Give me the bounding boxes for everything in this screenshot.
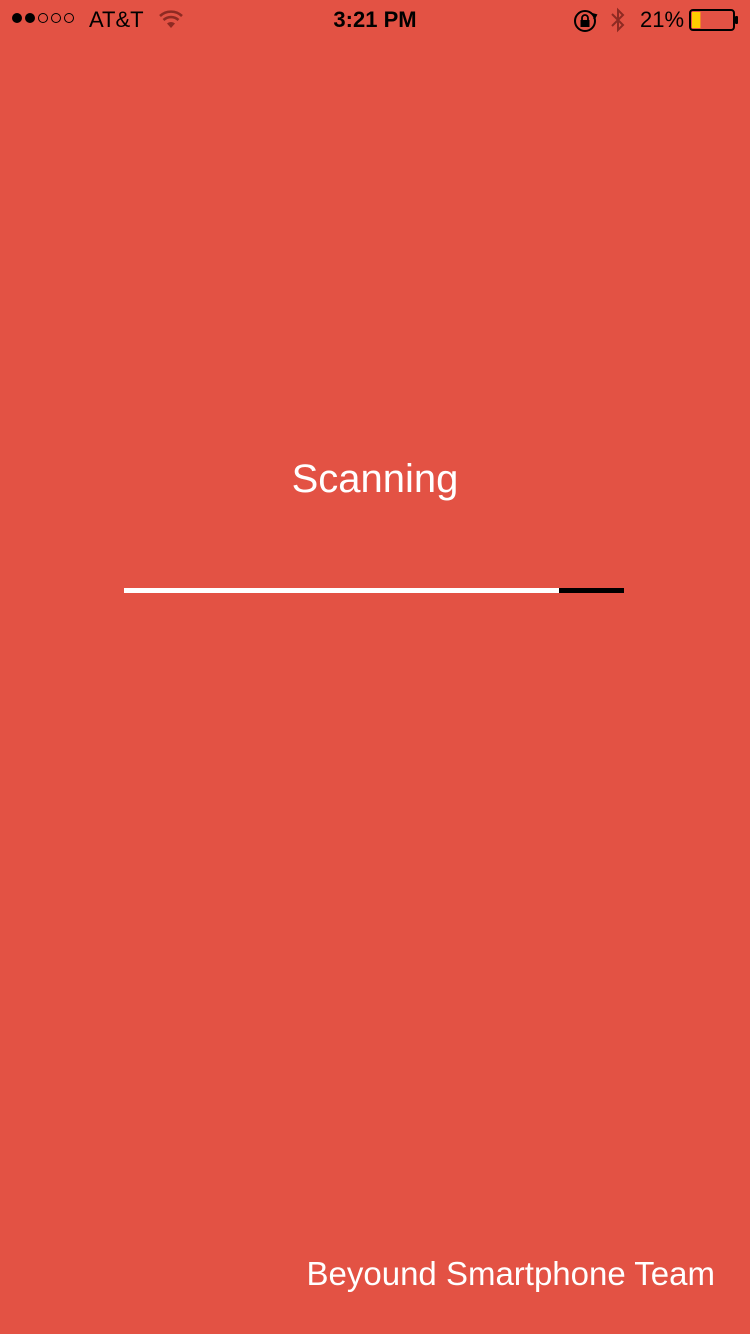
bluetooth-icon: [611, 7, 625, 33]
status-time: 3:21 PM: [333, 7, 417, 32]
battery-icon: [689, 9, 738, 31]
footer-credit: Beyound Smartphone Team: [306, 1255, 716, 1292]
battery-percent: 21%: [640, 7, 685, 32]
scan-progress-fill: [124, 588, 559, 593]
status-bar: AT&T 3:21 PM 21%: [0, 0, 750, 40]
scanning-screen: AT&T 3:21 PM 21% Scanning Beyound Smartp…: [0, 0, 750, 1334]
rotation-lock-icon: [574, 10, 598, 32]
scanning-title: Scanning: [291, 457, 459, 501]
scan-progress-bar: [124, 588, 624, 593]
